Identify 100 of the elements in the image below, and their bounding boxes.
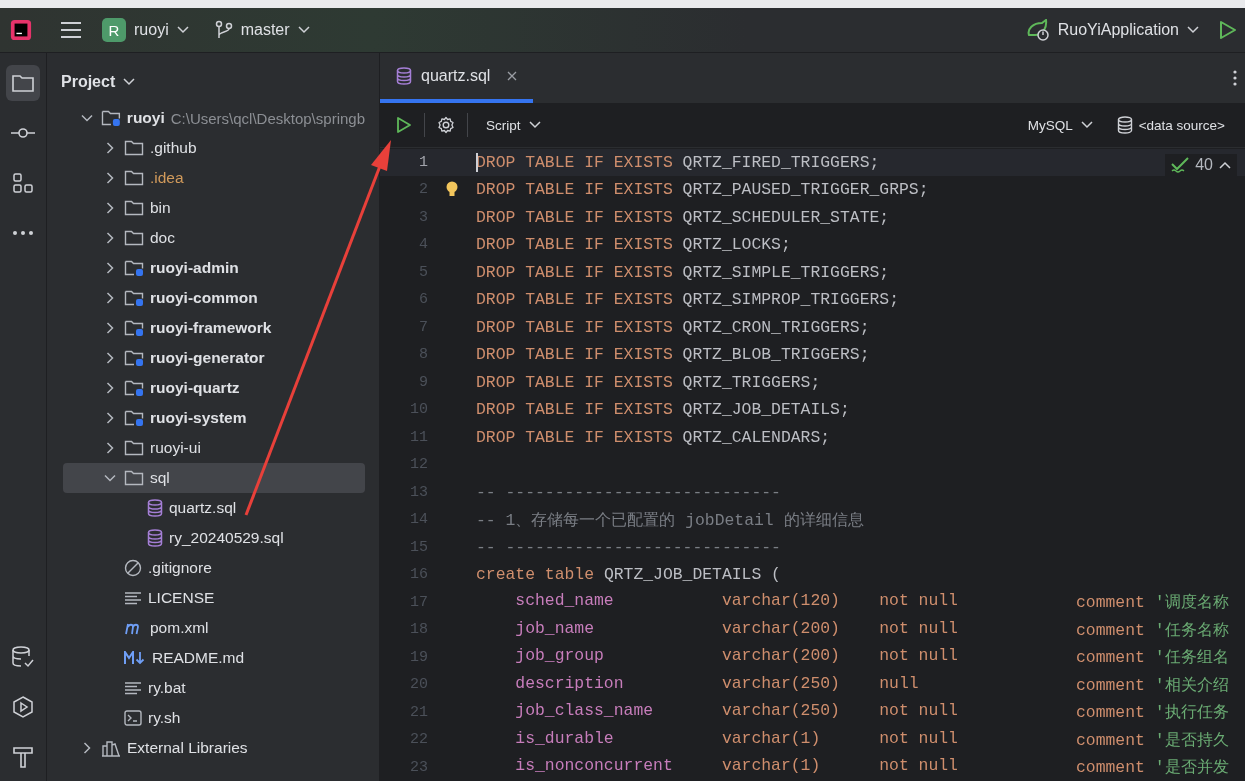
column-constraint: null — [879, 673, 920, 695]
code-line: DROP TABLE IF EXISTS QRTZ_TRIGGERS; — [476, 372, 821, 392]
tree-item[interactable]: doc — [63, 223, 365, 253]
chevron-icon[interactable] — [104, 232, 116, 244]
app-logo-icon[interactable] — [10, 19, 32, 41]
column-type: varchar(1) — [721, 728, 822, 750]
run-configuration-widget[interactable]: RuoYiApplication — [1019, 15, 1205, 45]
tree-item[interactable]: ruoyi-admin — [63, 253, 365, 283]
line-number: 1 — [418, 153, 428, 171]
more-icon — [12, 230, 34, 236]
tree-item[interactable]: LICENSE — [63, 583, 365, 613]
text-file-icon — [124, 591, 142, 605]
chevron-icon[interactable] — [104, 412, 116, 424]
tree-item[interactable]: ruoyi-ui — [63, 433, 365, 463]
tree-item[interactable]: ruoyi C:\Users\qcl\Desktop\springb — [63, 103, 365, 133]
database-file-icon — [147, 529, 163, 547]
database-icon — [11, 645, 35, 669]
column-name: job_group — [515, 646, 605, 668]
caret-icon — [297, 26, 310, 34]
tree-item[interactable]: quartz.sql — [63, 493, 365, 523]
chevron-icon[interactable] — [104, 322, 116, 334]
tree-item[interactable]: ruoyi-framework — [63, 313, 365, 343]
column-comment: comment '执行任务 — [1076, 702, 1229, 724]
tree-item[interactable]: sql — [63, 463, 365, 493]
chevron-icon[interactable] — [104, 202, 116, 214]
caret-icon — [176, 26, 189, 34]
close-icon[interactable] — [507, 71, 518, 82]
column-comment: comment '是否并发 — [1076, 757, 1229, 779]
play-hexagon-icon — [11, 695, 35, 719]
chevron-icon[interactable] — [104, 172, 116, 184]
tree-item[interactable]: ruoyi-common — [63, 283, 365, 313]
code-comment: -- ---------------------------- — [476, 537, 781, 557]
folder-icon — [124, 169, 144, 187]
hammer-icon — [12, 745, 34, 769]
branch-icon — [214, 20, 233, 40]
terminal-file-icon — [124, 710, 142, 726]
module-folder-icon — [124, 319, 144, 337]
tree-item[interactable]: ry.bat — [63, 673, 365, 703]
chevron-icon[interactable] — [104, 442, 116, 454]
sql-dialect-dropdown[interactable]: MySQL — [1021, 113, 1099, 137]
column-type: varchar(120) — [721, 591, 841, 613]
execute-icon[interactable] — [396, 116, 412, 135]
chevron-icon[interactable] — [104, 262, 116, 274]
markdown-icon — [124, 651, 146, 665]
module-folder-icon — [124, 259, 144, 277]
caret-icon — [1187, 26, 1199, 34]
leaf-power-icon — [1025, 19, 1050, 41]
database-file-icon — [396, 67, 412, 86]
column-name: sched_name — [515, 591, 615, 613]
chevron-up-icon[interactable] — [1219, 160, 1231, 169]
tree-item[interactable]: bin — [63, 193, 365, 223]
branch-widget[interactable]: master — [208, 16, 316, 44]
column-comment: comment '任务组名 — [1076, 647, 1229, 669]
folder-icon — [124, 139, 144, 157]
tree-item[interactable]: ruoyi-system — [63, 403, 365, 433]
light-bulb-icon[interactable] — [446, 180, 458, 199]
ignore-file-icon — [124, 559, 142, 577]
folder-tool-button[interactable] — [6, 65, 40, 101]
view-title-dropdown[interactable]: Project — [47, 53, 150, 103]
chevron-icon[interactable] — [104, 472, 116, 484]
check-icon — [1171, 156, 1190, 173]
folder-icon — [124, 439, 144, 457]
column-name: job_class_name — [515, 701, 655, 723]
settings-icon[interactable] — [437, 116, 455, 135]
tree-item[interactable]: ry_20240529.sql — [63, 523, 365, 553]
chevron-icon[interactable] — [104, 352, 116, 364]
editor-tab[interactable]: quartz.sql — [380, 53, 534, 104]
column-type: varchar(250) — [721, 701, 841, 723]
more-options-icon[interactable] — [1233, 70, 1237, 87]
execution-mode-dropdown[interactable]: Script — [480, 113, 547, 137]
tree-item[interactable]: README.md — [63, 643, 365, 673]
column-type: varchar(1) — [721, 756, 822, 778]
data-source-dropdown[interactable]: <data source> — [1110, 112, 1231, 139]
code-line: DROP TABLE IF EXISTS QRTZ_CALENDARS; — [476, 427, 831, 447]
tree-item[interactable]: .github — [63, 133, 365, 163]
menu-icon[interactable] — [60, 21, 82, 39]
column-comment: comment '任务名称 — [1076, 619, 1229, 641]
column-constraint: not null — [879, 728, 959, 750]
code-comment: -- ---------------------------- — [476, 482, 781, 502]
tree-item[interactable]: ruoyi-quartz — [63, 373, 365, 403]
folder-icon — [124, 469, 144, 487]
tree-item[interactable]: .gitignore — [63, 553, 365, 583]
project-path: C:\Users\qcl\Desktop\springb — [170, 109, 365, 127]
run-icon[interactable] — [1219, 20, 1237, 40]
chevron-icon[interactable] — [81, 112, 93, 124]
tree-item[interactable]: External Libraries — [63, 733, 365, 763]
chevron-icon[interactable] — [104, 142, 116, 154]
chevron-icon[interactable] — [81, 742, 93, 754]
code-line: DROP TABLE IF EXISTS QRTZ_JOB_DETAILS; — [476, 400, 850, 420]
chevron-icon[interactable] — [104, 292, 116, 304]
tree-item[interactable]: ry.sh — [63, 703, 365, 733]
inspection-widget[interactable]: 40 — [1165, 153, 1237, 176]
libraries-icon — [101, 739, 121, 757]
chevron-icon[interactable] — [104, 382, 116, 394]
module-folder-icon — [124, 379, 144, 397]
tree-item[interactable]: pom.xml — [63, 613, 365, 643]
project-widget[interactable]: R ruoyi — [96, 14, 195, 46]
tree-item[interactable]: .idea — [63, 163, 365, 193]
module-folder-icon — [124, 409, 144, 427]
tree-item[interactable]: ruoyi-generator — [63, 343, 365, 373]
